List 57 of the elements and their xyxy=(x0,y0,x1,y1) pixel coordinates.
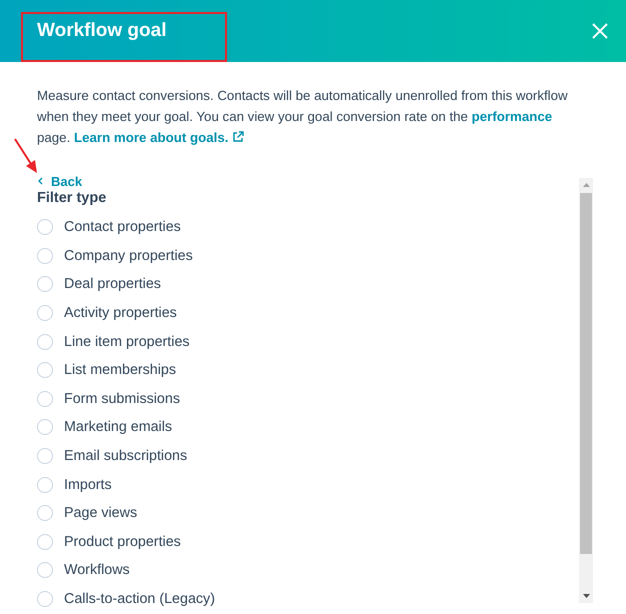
external-link-icon xyxy=(232,131,244,143)
filter-type-option[interactable]: List memberships xyxy=(37,356,176,385)
filter-type-option[interactable]: Form submissions xyxy=(37,384,180,414)
option-label: Page views xyxy=(64,505,138,522)
filter-type-option[interactable]: Company properties xyxy=(37,242,193,270)
performance-link[interactable]: performance xyxy=(472,109,552,124)
filter-type-option[interactable]: Line item properties xyxy=(37,327,190,356)
radio-button[interactable] xyxy=(37,591,53,608)
filter-type-option[interactable]: Calls-to-action (Legacy) xyxy=(37,584,215,614)
close-button[interactable] xyxy=(590,21,610,41)
option-label: Workflows xyxy=(64,562,130,578)
filter-type-option[interactable]: Product properties xyxy=(37,528,181,556)
option-label: Marketing emails xyxy=(64,419,172,436)
option-label: Activity properties xyxy=(64,305,177,322)
filter-type-option[interactable]: Deal properties xyxy=(37,270,161,299)
panel-title: Workflow goal xyxy=(37,20,166,42)
radio-button[interactable] xyxy=(37,219,53,236)
radio-button[interactable] xyxy=(37,562,53,578)
radio-button[interactable] xyxy=(37,505,53,522)
option-label: Line item properties xyxy=(64,334,190,350)
radio-button[interactable] xyxy=(37,534,53,550)
scrollbar-thumb[interactable] xyxy=(580,193,592,554)
radio-button[interactable] xyxy=(37,390,53,407)
option-label: Calls-to-action (Legacy) xyxy=(64,591,215,608)
option-label: Email subscriptions xyxy=(64,448,188,464)
filter-type-option[interactable]: Page views xyxy=(37,498,138,528)
description-text: Measure contact conversions. Contacts will be automatically unenrolled from this workflow when they meet your goal. You can view your goal conversion rate on the performance page. Learn more about goals. xyxy=(37,87,569,147)
back-link[interactable]: Back xyxy=(37,174,82,188)
radio-button[interactable] xyxy=(37,248,53,264)
option-label: Deal properties xyxy=(64,276,161,292)
filter-type-heading: Filter type xyxy=(37,189,108,208)
scrollbar[interactable] xyxy=(579,178,593,603)
filter-type-option[interactable]: Activity properties xyxy=(37,298,177,328)
radio-button[interactable] xyxy=(37,362,53,378)
option-label: Contact properties xyxy=(64,219,181,236)
radio-button[interactable] xyxy=(37,334,53,350)
radio-button[interactable] xyxy=(37,476,53,493)
scroll-up-icon xyxy=(582,183,590,187)
radio-button[interactable] xyxy=(37,448,53,464)
option-label: Form submissions xyxy=(64,390,180,407)
radio-button[interactable] xyxy=(37,276,53,292)
learn-more-link[interactable]: Learn more about goals. xyxy=(74,130,228,145)
chevron-left-icon xyxy=(37,177,43,185)
filter-type-option[interactable]: Workflows xyxy=(37,556,130,585)
annotation-arrow xyxy=(13,138,39,174)
filter-type-option[interactable]: Imports xyxy=(37,470,112,499)
scroll-down-icon xyxy=(582,594,590,598)
option-label: List memberships xyxy=(64,362,176,378)
option-label: Imports xyxy=(64,476,112,493)
filter-type-option[interactable]: Contact properties xyxy=(37,213,181,242)
option-label: Company properties xyxy=(64,248,193,264)
radio-button[interactable] xyxy=(37,419,53,436)
close-icon xyxy=(592,23,608,39)
filter-type-option[interactable]: Email subscriptions xyxy=(37,442,188,470)
option-label: Product properties xyxy=(64,534,181,550)
filter-type-option[interactable]: Marketing emails xyxy=(37,413,172,442)
radio-button[interactable] xyxy=(37,305,53,322)
